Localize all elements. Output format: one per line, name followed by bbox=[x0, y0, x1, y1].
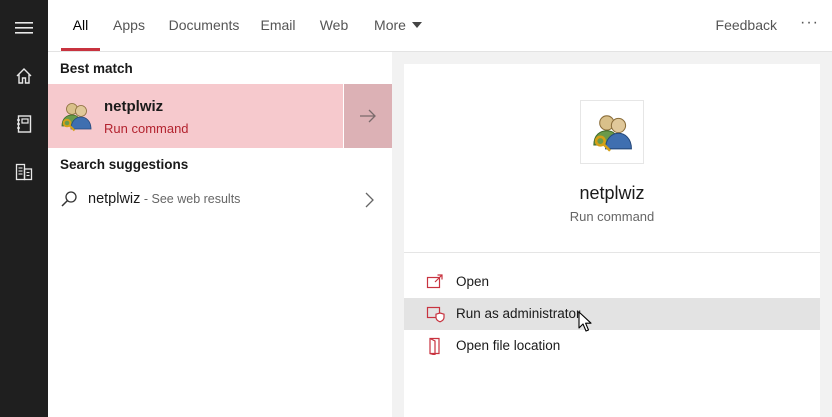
tab-label: Email bbox=[260, 17, 296, 33]
home-button[interactable] bbox=[0, 52, 48, 100]
search-suggestions-header: Search suggestions bbox=[60, 157, 189, 172]
shield-admin-icon bbox=[426, 306, 445, 323]
best-match-title: netplwiz bbox=[104, 98, 164, 115]
search-icon bbox=[61, 191, 77, 207]
best-match-result[interactable]: netplwiz Run command bbox=[48, 84, 343, 148]
tab-apps[interactable]: Apps bbox=[108, 0, 150, 51]
tab-more[interactable]: More bbox=[368, 0, 428, 51]
users-key-icon bbox=[61, 103, 92, 132]
run-as-administrator-label: Run as administrator bbox=[456, 306, 581, 321]
tab-email[interactable]: Email bbox=[256, 0, 300, 51]
tab-label: Web bbox=[319, 17, 349, 33]
hamburger-menu-icon bbox=[15, 22, 33, 34]
mouse-cursor-icon bbox=[578, 311, 592, 332]
results-pane: Best match netplwiz Run command Search s… bbox=[48, 52, 392, 417]
open-action[interactable]: Open bbox=[404, 266, 820, 298]
nav-rail bbox=[0, 0, 48, 417]
tab-label: Documents bbox=[168, 17, 240, 33]
preview-pane: netplwiz Run command Open Run as adminis… bbox=[404, 64, 820, 417]
open-icon bbox=[426, 274, 443, 289]
tab-all[interactable]: All bbox=[61, 0, 100, 51]
feedback-link[interactable]: Feedback bbox=[716, 0, 777, 51]
web-suggestion-item[interactable]: netplwiz - See web results bbox=[48, 184, 392, 216]
open-details-button[interactable] bbox=[344, 84, 392, 148]
active-tab-indicator bbox=[61, 48, 100, 51]
open-file-location-label: Open file location bbox=[456, 338, 561, 353]
documents-button[interactable] bbox=[0, 148, 48, 196]
arrow-right-icon bbox=[360, 109, 376, 123]
tab-label: Apps bbox=[113, 17, 145, 33]
suggestion-separator: - bbox=[140, 192, 152, 206]
file-location-icon bbox=[429, 337, 440, 355]
best-match-header: Best match bbox=[60, 61, 133, 76]
menu-button[interactable] bbox=[0, 4, 48, 52]
app-name: netplwiz bbox=[579, 183, 645, 203]
tab-documents[interactable]: Documents bbox=[164, 0, 244, 51]
search-tabs-bar: All Apps Documents Email Web More Feedba… bbox=[48, 0, 832, 52]
app-icon-tile bbox=[580, 100, 644, 164]
caret-down-icon bbox=[411, 22, 422, 28]
notebook-icon bbox=[17, 115, 32, 133]
suggestion-text: netplwiz - See web results bbox=[88, 191, 240, 207]
home-icon bbox=[16, 68, 32, 84]
open-action-label: Open bbox=[456, 274, 490, 289]
divider bbox=[404, 252, 820, 253]
tab-label: All bbox=[72, 17, 89, 33]
notebook-button[interactable] bbox=[0, 100, 48, 148]
open-file-location-action[interactable]: Open file location bbox=[404, 330, 820, 362]
users-key-icon bbox=[593, 115, 632, 152]
tab-label: More bbox=[374, 17, 406, 33]
app-type: Run command bbox=[569, 209, 655, 224]
best-match-subtitle: Run command bbox=[104, 121, 189, 136]
more-options-icon[interactable]: ··· bbox=[800, 0, 819, 51]
windows-search-panel: All Apps Documents Email Web More Feedba… bbox=[0, 0, 832, 417]
tab-web[interactable]: Web bbox=[314, 0, 354, 51]
chevron-right-icon bbox=[365, 192, 374, 208]
building-documents-icon bbox=[15, 163, 33, 181]
suggestion-query: netplwiz bbox=[88, 191, 141, 207]
run-as-administrator-action[interactable]: Run as administrator bbox=[404, 298, 820, 330]
suggestion-web-text: See web results bbox=[151, 192, 241, 206]
